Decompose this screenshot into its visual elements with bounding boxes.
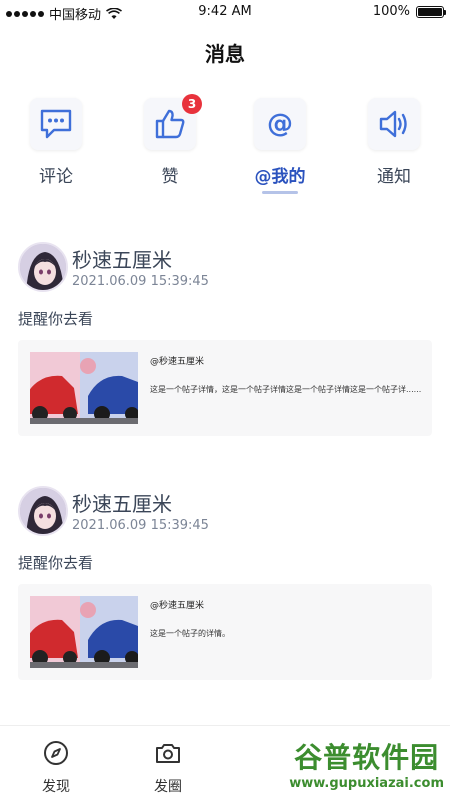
active-tab-indicator [262, 191, 298, 194]
like-tab-box: 3 [144, 94, 202, 150]
tab-label: 通知 [377, 167, 411, 187]
avatar[interactable] [18, 242, 68, 292]
speaker-icon [379, 110, 407, 138]
status-right: 100% [372, 4, 446, 19]
compass-icon [44, 741, 68, 765]
thumbs-up-icon [155, 109, 185, 139]
tab-likes[interactable]: 3 赞 [130, 94, 210, 198]
post-card[interactable]: @秒速五厘米 这是一个帖子详情，这是一个帖子详情这是一个帖子详情这是一个帖子详.… [18, 340, 432, 436]
username[interactable]: 秒速五厘米 [72, 488, 172, 517]
nav-discover[interactable]: 发现 [21, 740, 91, 796]
comment-tab-box [30, 98, 82, 150]
page-title: 消息 [205, 42, 245, 66]
battery-percent: 100% [372, 4, 410, 19]
tab-comments[interactable]: 评论 [16, 98, 96, 198]
tab-notifications[interactable]: 通知 [354, 98, 434, 198]
tab-label: 赞 [161, 167, 179, 187]
tab-label: @我的 [254, 167, 306, 187]
watermark-url: www.gupuxiazai.com [289, 776, 444, 791]
likes-badge: 3 [182, 94, 202, 114]
timestamp: 2021.06.09 15:39:45 [72, 518, 209, 533]
comment-icon [40, 109, 72, 139]
status-bar: 中国移动 9:42 AM 100% [0, 0, 450, 24]
post-card-title: @秒速五厘米 [150, 357, 205, 367]
at-icon: @ [267, 109, 293, 139]
timestamp: 2021.06.09 15:39:45 [72, 274, 209, 289]
tab-label: 评论 [39, 167, 73, 187]
post-card-title: @秒速五厘米 [150, 601, 205, 611]
nav-post[interactable]: 发圈 [133, 740, 203, 796]
post-card-desc: 这是一个帖子详情，这是一个帖子详情这是一个帖子详情这是一个帖子详...... [150, 385, 422, 394]
notify-tab-box [368, 98, 420, 150]
mention-tab-box: @ [254, 98, 306, 150]
nav-label: 发圈 [154, 779, 182, 795]
watermark-title: 谷普软件园 [294, 741, 440, 774]
post-thumbnail [30, 352, 138, 424]
post-thumbnail [30, 596, 138, 668]
nav-label: 发现 [42, 779, 70, 795]
watermark: 谷普软件园 www.gupuxiazai.com [289, 736, 444, 791]
mention-message: 提醒你去看 [18, 310, 94, 328]
camera-icon [156, 744, 180, 763]
mention-message: 提醒你去看 [18, 554, 94, 572]
tab-mentions[interactable]: @ @我的 [240, 98, 320, 198]
message-tabs: 评论 3 赞 @ @我的 通知 [0, 94, 450, 198]
bottom-nav: 发现 发圈 谷普软件园 www.gupuxiazai.com [0, 725, 450, 800]
post-card[interactable]: @秒速五厘米 这是一个帖子的详情。 [18, 584, 432, 680]
username[interactable]: 秒速五厘米 [72, 244, 172, 273]
post-card-desc: 这是一个帖子的详情。 [150, 629, 230, 638]
battery-icon [416, 5, 446, 18]
avatar[interactable] [18, 486, 68, 536]
